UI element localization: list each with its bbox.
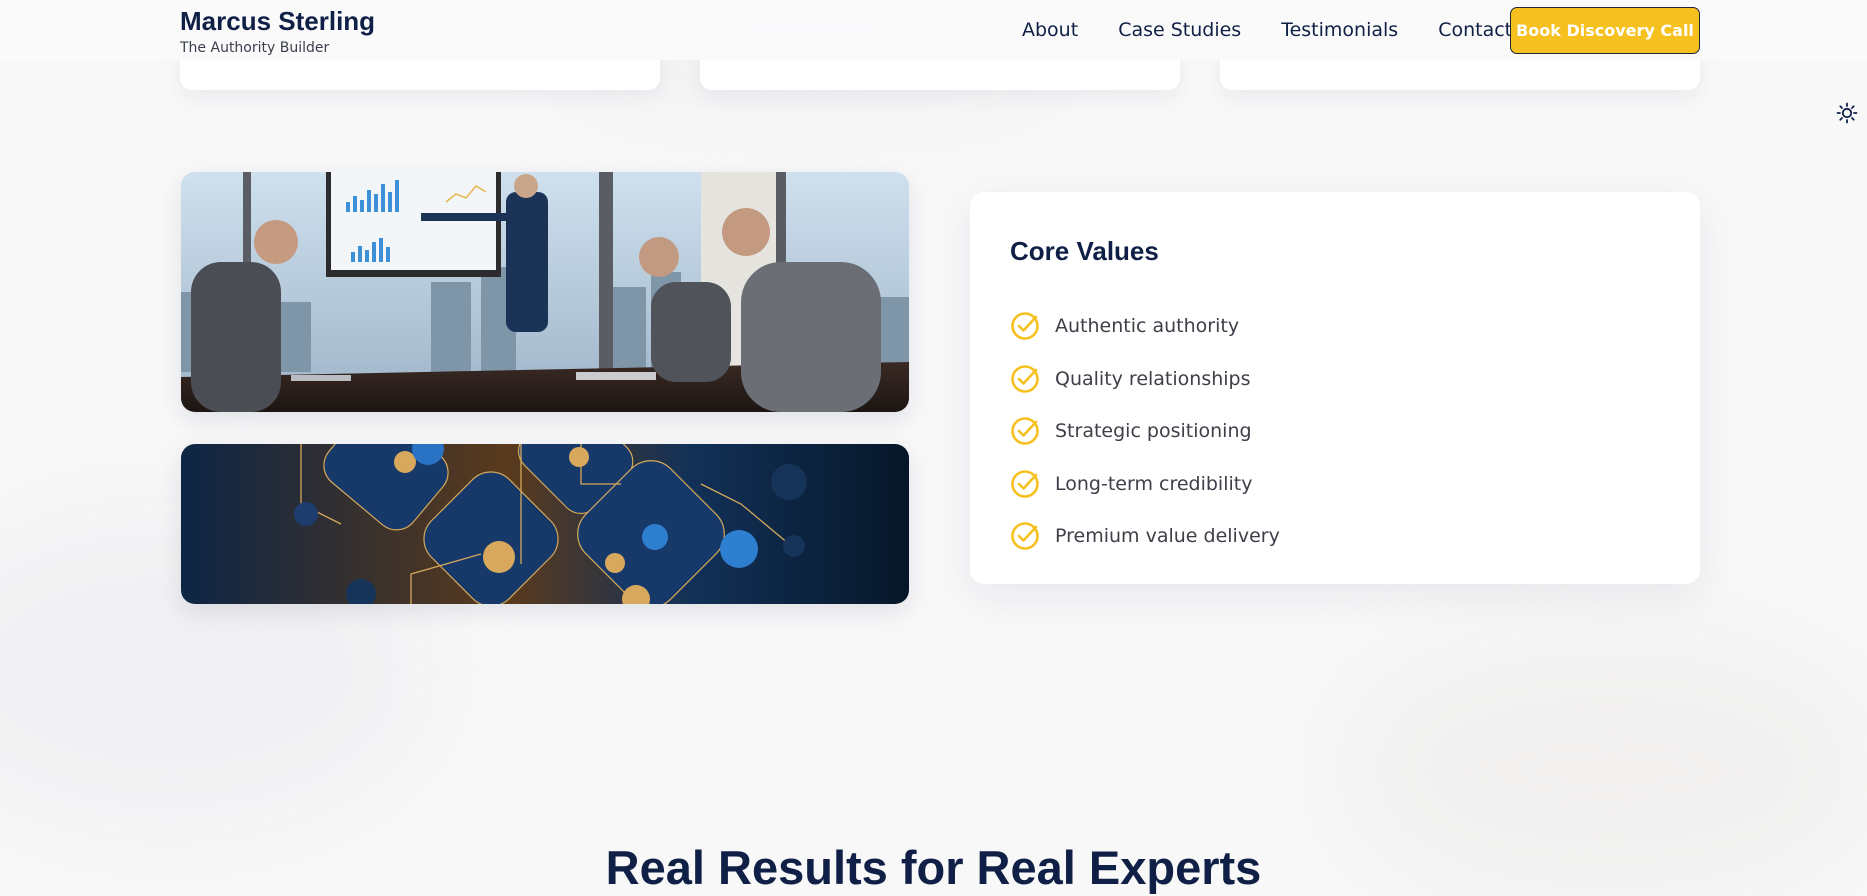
- main-nav: About Case Studies Testimonials Contact: [1022, 19, 1552, 41]
- core-value-label: Premium value delivery: [1055, 525, 1280, 548]
- list-item: Authentic authority: [1010, 300, 1280, 353]
- list-item: Premium value delivery: [1010, 510, 1280, 563]
- check-circle-icon: [1011, 522, 1039, 551]
- site-header: Marcus Sterling The Authority Builder Ab…: [0, 0, 1867, 60]
- nav-link-testimonials[interactable]: Testimonials: [1281, 19, 1398, 41]
- brand-tagline: The Authority Builder: [180, 40, 330, 56]
- list-item: Strategic positioning: [1010, 405, 1280, 458]
- check-circle-icon: [1011, 364, 1039, 393]
- core-value-label: Strategic positioning: [1055, 420, 1252, 443]
- team-meeting-photo: [181, 172, 909, 412]
- theme-toggle-button[interactable]: [1836, 102, 1858, 124]
- core-value-label: Quality relationships: [1055, 367, 1251, 390]
- brand-name[interactable]: Marcus Sterling: [180, 6, 375, 37]
- nav-link-case-studies[interactable]: Case Studies: [1118, 19, 1241, 41]
- book-discovery-call-button[interactable]: Book Discovery Call: [1510, 7, 1700, 54]
- core-value-label: Long-term credibility: [1055, 472, 1253, 495]
- network-abstract-illustration: [181, 444, 909, 604]
- check-circle-icon: [1011, 469, 1039, 498]
- nav-link-about[interactable]: About: [1022, 19, 1078, 41]
- results-heading: Real Results for Real Experts: [605, 841, 1262, 894]
- core-values-card: Core Values Authentic authority Quality …: [970, 192, 1700, 584]
- core-value-label: Authentic authority: [1055, 315, 1240, 338]
- list-item: Long-term credibility: [1010, 458, 1280, 511]
- sun-icon: [1836, 102, 1858, 124]
- core-values-list: Authentic authority Quality relationship…: [1010, 300, 1280, 563]
- check-circle-icon: [1011, 312, 1039, 341]
- check-circle-icon: [1011, 417, 1039, 446]
- core-values-title: Core Values: [1010, 236, 1159, 266]
- nav-link-contact[interactable]: Contact: [1438, 19, 1512, 41]
- list-item: Quality relationships: [1010, 353, 1280, 406]
